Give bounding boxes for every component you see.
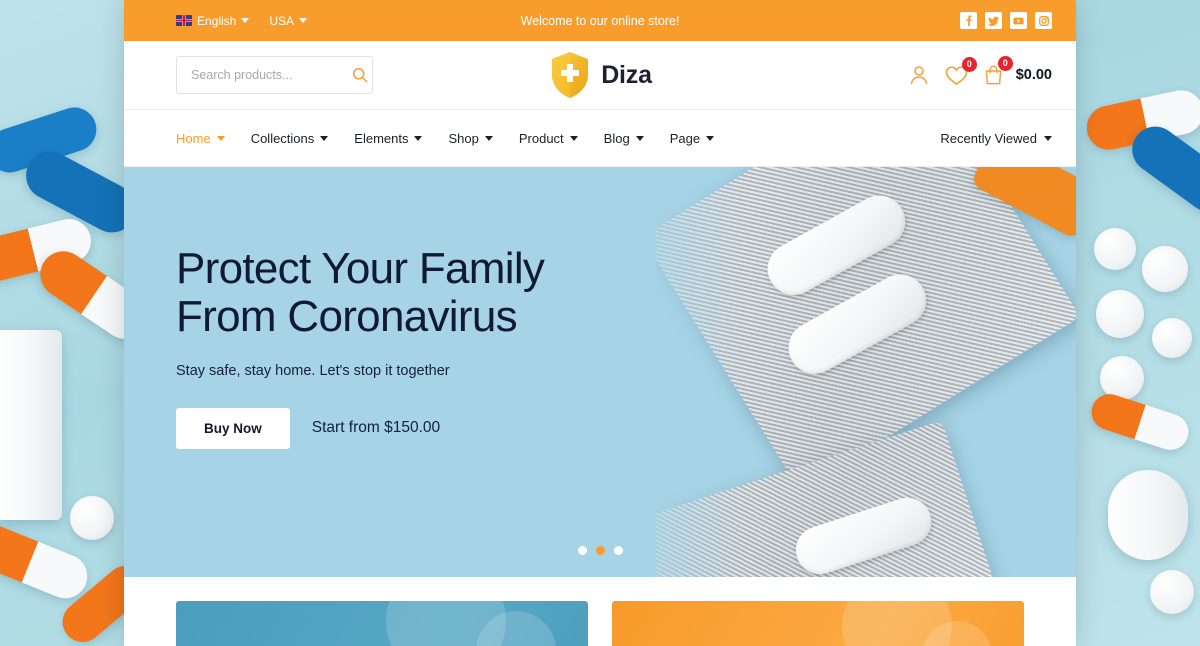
decorative-tablet bbox=[1150, 570, 1194, 614]
decorative-syringe bbox=[1108, 470, 1188, 560]
slider-dot-3[interactable] bbox=[613, 546, 623, 555]
search-input[interactable] bbox=[191, 68, 352, 82]
search-box[interactable] bbox=[176, 56, 373, 94]
promo-banner-left[interactable] bbox=[176, 601, 588, 646]
decorative-tablet bbox=[1152, 318, 1192, 358]
shield-cross-icon bbox=[548, 50, 592, 100]
chevron-down-icon bbox=[1044, 135, 1052, 141]
decorative-bottle bbox=[0, 330, 62, 520]
nav-item-collections[interactable]: Collections bbox=[251, 131, 329, 146]
chevron-down-icon bbox=[320, 135, 329, 141]
search-icon[interactable] bbox=[352, 67, 368, 83]
brand-name: Diza bbox=[601, 60, 652, 89]
chevron-down-icon bbox=[299, 18, 308, 23]
chevron-down-icon bbox=[706, 135, 715, 141]
chevron-down-icon bbox=[635, 135, 644, 141]
buy-now-button[interactable]: Buy Now bbox=[176, 407, 290, 449]
site-header: Diza 0 0 $0.00 bbox=[124, 41, 1076, 110]
promo-banner-right[interactable] bbox=[612, 601, 1024, 646]
chevron-down-icon bbox=[569, 135, 578, 141]
nav-item-product[interactable]: Product bbox=[519, 131, 578, 146]
hero-title-line1: Protect Your Family bbox=[176, 244, 545, 293]
chevron-down-icon bbox=[484, 135, 493, 141]
twitter-icon[interactable] bbox=[985, 12, 1002, 29]
page-backdrop: English USA Welcome to our online store! bbox=[0, 0, 1200, 646]
cart-count-badge: 0 bbox=[997, 56, 1013, 71]
slider-dot-2[interactable] bbox=[595, 546, 605, 555]
hero-price: Start from $150.00 bbox=[311, 419, 441, 437]
top-announcement-bar: English USA Welcome to our online store! bbox=[124, 0, 1076, 41]
hero-slider: Protect Your Family From Coronavirus Sta… bbox=[124, 167, 1076, 577]
social-links bbox=[960, 12, 1052, 29]
nav-label: Blog bbox=[603, 130, 630, 146]
main-navigation: Home Collections Elements Shop Product B… bbox=[124, 110, 1076, 167]
nav-label: Home bbox=[176, 130, 211, 146]
youtube-icon[interactable] bbox=[1010, 12, 1027, 29]
language-selector[interactable]: English bbox=[176, 13, 250, 28]
user-icon[interactable] bbox=[908, 64, 930, 86]
promo-banner-row bbox=[124, 577, 1076, 646]
nav-label: Elements bbox=[354, 130, 409, 146]
cart-total[interactable]: $0.00 bbox=[1016, 67, 1052, 83]
nav-item-home[interactable]: Home bbox=[176, 131, 225, 146]
uk-flag-icon bbox=[176, 15, 192, 26]
nav-items: Home Collections Elements Shop Product B… bbox=[176, 130, 715, 146]
tablet bbox=[789, 491, 938, 577]
nav-item-page[interactable]: Page bbox=[669, 130, 715, 146]
nav-item-blog[interactable]: Blog bbox=[604, 131, 644, 146]
hero-title-line2: From Coronavirus bbox=[176, 292, 518, 342]
cart-icon[interactable]: 0 bbox=[983, 56, 1013, 86]
recently-viewed-menu[interactable]: Recently Viewed bbox=[940, 131, 1052, 146]
nav-item-shop[interactable]: Shop bbox=[448, 130, 493, 146]
hero-title: Protect Your Family From Coronavirus bbox=[176, 244, 664, 342]
hero-content: Protect Your Family From Coronavirus Sta… bbox=[124, 167, 664, 449]
language-label: English bbox=[197, 13, 237, 28]
hero-cta-row: Buy Now Start from $150.00 bbox=[176, 407, 664, 449]
decorative-tablet bbox=[1096, 290, 1144, 338]
decorative-tablet bbox=[1142, 246, 1188, 292]
nav-item-elements[interactable]: Elements bbox=[354, 130, 423, 146]
slider-dot-1[interactable] bbox=[577, 546, 587, 555]
country-selector[interactable]: USA bbox=[269, 13, 308, 28]
slider-pagination bbox=[124, 546, 1076, 555]
nav-label: Page bbox=[669, 130, 701, 146]
hero-subtitle: Stay safe, stay home. Let's stop it toge… bbox=[176, 362, 450, 379]
header-actions: 0 0 $0.00 bbox=[908, 56, 1052, 86]
decorative-tablet bbox=[1094, 228, 1136, 270]
recently-viewed-label: Recently Viewed bbox=[940, 130, 1037, 146]
decorative-tablet bbox=[70, 496, 114, 540]
nav-label: Shop bbox=[448, 130, 479, 146]
site-viewport: English USA Welcome to our online store! bbox=[124, 0, 1076, 646]
instagram-icon[interactable] bbox=[1035, 12, 1052, 29]
wishlist-icon[interactable]: 0 bbox=[945, 56, 977, 86]
nav-label: Collections bbox=[250, 130, 315, 146]
chevron-down-icon bbox=[241, 18, 250, 23]
facebook-icon[interactable] bbox=[960, 12, 977, 29]
wishlist-count-badge: 0 bbox=[961, 56, 977, 72]
nav-label: Product bbox=[518, 130, 564, 146]
topbar-left-group: English USA bbox=[176, 13, 308, 28]
country-label: USA bbox=[269, 13, 295, 28]
chevron-down-icon bbox=[216, 135, 225, 141]
chevron-down-icon bbox=[414, 135, 423, 141]
